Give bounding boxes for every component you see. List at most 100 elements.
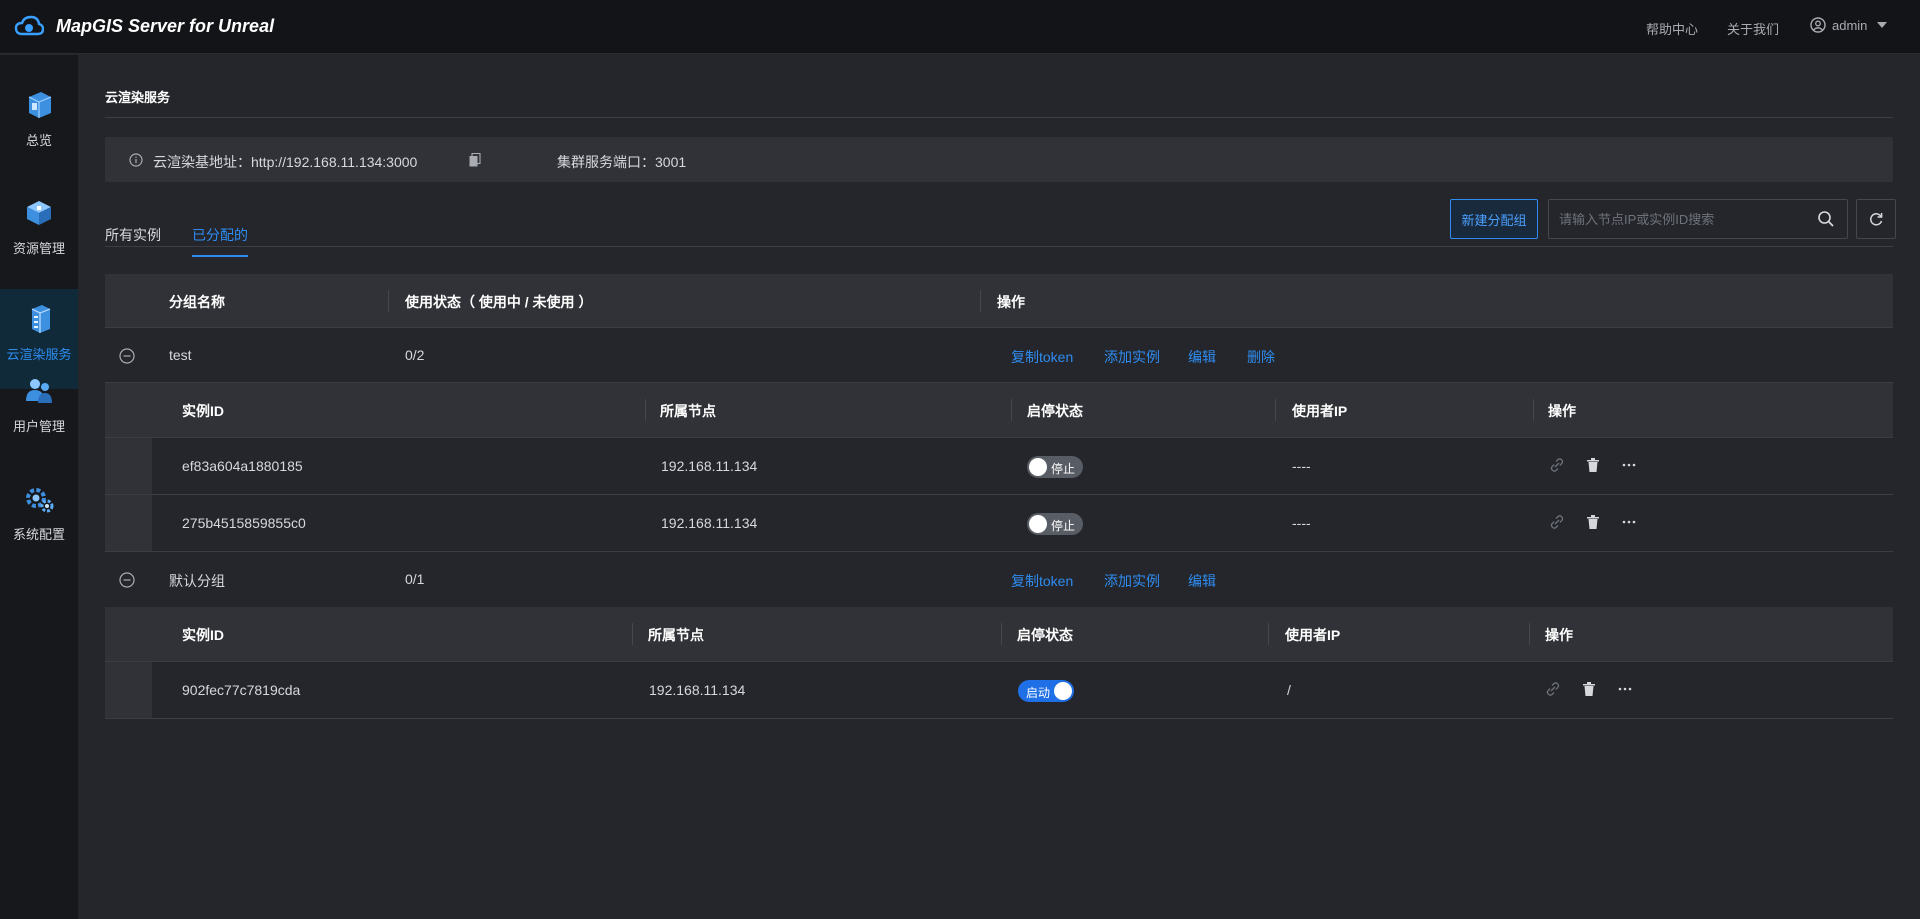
- instance-node: 192.168.11.134: [661, 515, 758, 531]
- column-header-instance-actions: 操作: [1545, 627, 1573, 643]
- column-divider: [1011, 399, 1012, 421]
- resource-icon: [27, 201, 51, 225]
- edit-link[interactable]: 编辑: [1188, 347, 1216, 367]
- link-icon[interactable]: [1545, 681, 1561, 697]
- column-divider: [1275, 399, 1276, 421]
- column-divider: [1529, 623, 1530, 645]
- column-header-actions: 操作: [997, 294, 1025, 310]
- column-divider: [1533, 399, 1534, 421]
- cloud-logo-icon: [14, 15, 44, 36]
- instance-row: 902fec77c7819cda 192.168.11.134 启动 /: [105, 662, 1893, 719]
- delete-link[interactable]: 删除: [1247, 347, 1275, 367]
- instance-subtable: 实例ID 所属节点 启停状态 使用者IP 操作 902fec77c7819cda…: [105, 607, 1893, 719]
- sidebar: 总览 资源管理 云渲染服务 用户管理 系统配置: [0, 55, 78, 919]
- trash-icon[interactable]: [1585, 514, 1601, 530]
- subtable-header: 实例ID 所属节点 启停状态 使用者IP 操作: [105, 383, 1893, 438]
- trash-icon[interactable]: [1581, 681, 1597, 697]
- state-toggle[interactable]: 停止: [1027, 513, 1083, 535]
- table-header: 分组名称 使用状态（ 使用中 / 未使用 ） 操作: [105, 274, 1893, 328]
- column-header-group-name: 分组名称: [169, 294, 225, 310]
- sidebar-item-overview[interactable]: 总览: [0, 55, 78, 155]
- column-divider: [1001, 623, 1002, 645]
- link-icon[interactable]: [1549, 514, 1565, 530]
- new-group-button[interactable]: 新建分配组: [1450, 199, 1538, 239]
- column-header-instance-actions: 操作: [1548, 403, 1576, 419]
- main-content: 云渲染服务 云渲染基地址：http://192.168.11.134:3000 …: [78, 55, 1920, 919]
- toggle-label: 启动: [1026, 686, 1051, 700]
- subtable-header: 实例ID 所属节点 启停状态 使用者IP 操作: [105, 607, 1893, 662]
- group-name: test: [169, 347, 192, 363]
- column-header-state: 启停状态: [1027, 403, 1083, 419]
- instance-id: ef83a604a1880185: [182, 458, 303, 474]
- user-avatar-icon: [1810, 17, 1826, 33]
- link-icon[interactable]: [1549, 457, 1565, 473]
- column-header-user-ip: 使用者IP: [1285, 627, 1341, 643]
- edit-link[interactable]: 编辑: [1188, 571, 1216, 591]
- gear-icon: [26, 488, 54, 513]
- cluster-port-text: 集群服务端口：3001: [557, 154, 687, 170]
- group-row: test 0/2 复制token 添加实例 编辑 删除: [105, 328, 1893, 383]
- column-divider: [632, 623, 633, 645]
- column-header-state: 启停状态: [1017, 627, 1073, 643]
- user-ip: ----: [1292, 515, 1311, 531]
- sidebar-item-label: 用户管理: [12, 419, 65, 434]
- sidebar-item-system-config[interactable]: 系统配置: [0, 449, 78, 549]
- column-divider: [1268, 623, 1269, 645]
- about-us-link[interactable]: 关于我们: [1727, 19, 1779, 38]
- instance-id: 902fec77c7819cda: [182, 682, 301, 698]
- toggle-knob: [1054, 682, 1072, 700]
- user-name: admin: [1832, 17, 1868, 33]
- column-divider: [980, 290, 981, 312]
- user-ip: ----: [1292, 458, 1311, 474]
- toggle-knob: [1029, 458, 1047, 476]
- sidebar-item-user-manage[interactable]: 用户管理: [0, 341, 78, 441]
- sidebar-item-label: 系统配置: [12, 527, 65, 542]
- instance-subtable: 实例ID 所属节点 启停状态 使用者IP 操作 ef83a604a1880185…: [105, 383, 1893, 552]
- state-toggle[interactable]: 启动: [1018, 680, 1074, 702]
- tab-all-instances[interactable]: 所有实例: [105, 225, 161, 255]
- search-input[interactable]: [1559, 200, 1809, 238]
- copy-icon[interactable]: [469, 153, 481, 167]
- column-header-user-ip: 使用者IP: [1292, 403, 1348, 419]
- state-toggle[interactable]: 停止: [1027, 456, 1083, 478]
- trash-icon[interactable]: [1585, 457, 1601, 473]
- info-bar: 云渲染基地址：http://192.168.11.134:3000 集群服务端口…: [105, 137, 1893, 182]
- user-manage-icon: [26, 379, 52, 403]
- help-center-link[interactable]: 帮助中心: [1646, 19, 1698, 38]
- user-ip: /: [1287, 682, 1291, 698]
- search-icon[interactable]: [1817, 210, 1835, 228]
- instance-row: 275b4515859855c0 192.168.11.134 停止 ----: [105, 495, 1893, 552]
- page-title: 云渲染服务: [105, 90, 171, 105]
- refresh-button[interactable]: [1856, 199, 1896, 239]
- more-icon[interactable]: [1617, 681, 1633, 697]
- info-icon: [129, 153, 143, 167]
- cloud-render-icon: [31, 305, 51, 333]
- sidebar-item-resource[interactable]: 资源管理: [0, 163, 78, 263]
- column-header-instance-id: 实例ID: [182, 403, 224, 419]
- sidebar-item-label: 总览: [25, 133, 52, 148]
- column-divider: [645, 399, 646, 421]
- group-name: 默认分组: [169, 573, 225, 589]
- collapse-icon[interactable]: [119, 572, 135, 588]
- add-instance-link[interactable]: 添加实例: [1104, 347, 1160, 367]
- refresh-icon: [1870, 213, 1883, 226]
- column-header-instance-id: 实例ID: [182, 627, 224, 643]
- base-address-text: 云渲染基地址：http://192.168.11.134:3000: [153, 154, 418, 170]
- add-instance-link[interactable]: 添加实例: [1104, 571, 1160, 591]
- instance-node: 192.168.11.134: [661, 458, 758, 474]
- toggle-label: 停止: [1051, 519, 1076, 533]
- column-header-node: 所属节点: [648, 627, 704, 643]
- copy-token-link[interactable]: 复制token: [1011, 571, 1073, 591]
- app-title: MapGIS Server for Unreal: [56, 16, 275, 36]
- collapse-icon[interactable]: [119, 348, 135, 364]
- user-menu[interactable]: admin: [1810, 17, 1888, 33]
- toggle-knob: [1029, 515, 1047, 533]
- copy-token-link[interactable]: 复制token: [1011, 347, 1073, 367]
- column-header-usage: 使用状态（ 使用中 / 未使用 ）: [405, 294, 593, 310]
- group-row: 默认分组 0/1 复制token 添加实例 编辑: [105, 552, 1893, 607]
- more-icon[interactable]: [1621, 457, 1637, 473]
- tab-assigned[interactable]: 已分配的: [192, 225, 248, 257]
- more-icon[interactable]: [1621, 514, 1637, 530]
- chevron-down-icon: [1877, 22, 1888, 28]
- group-usage: 0/1: [405, 571, 425, 587]
